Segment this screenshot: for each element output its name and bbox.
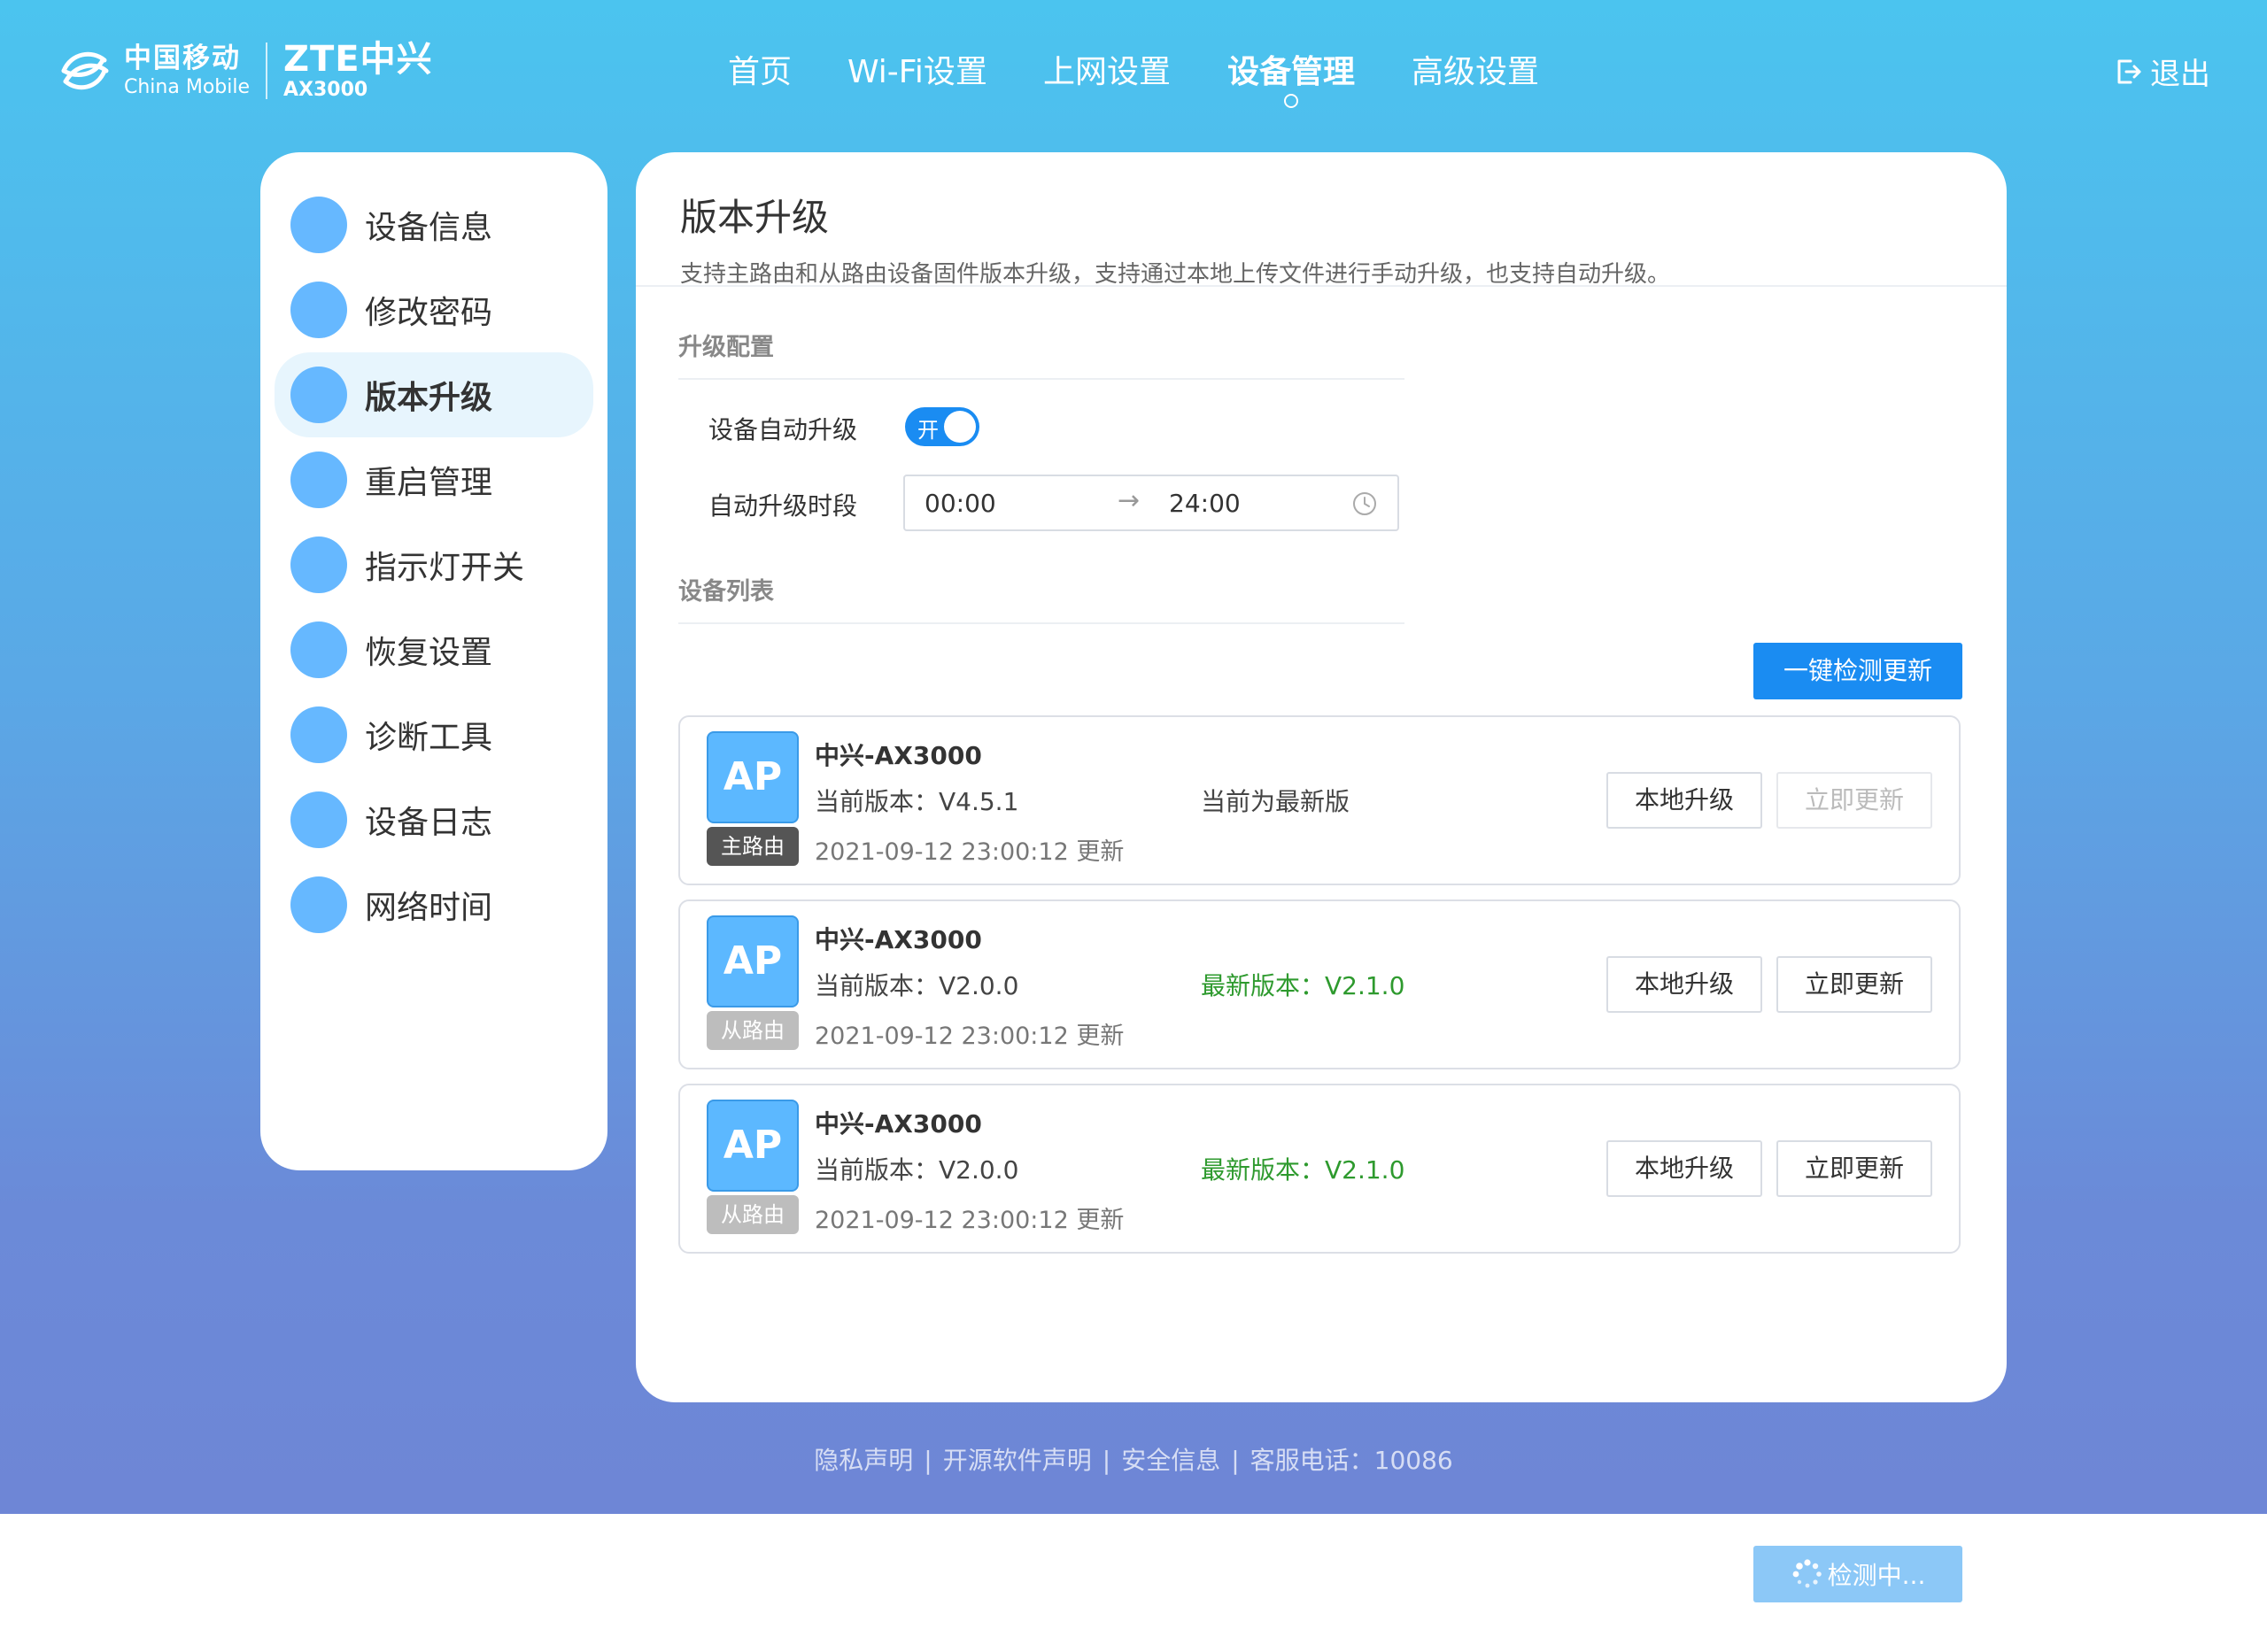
update-now-button[interactable]: 立即更新 bbox=[1776, 956, 1932, 1013]
page-description: 支持主路由和从路由设备固件版本升级，支持通过本地上传文件进行手动升级，也支持自动… bbox=[680, 261, 1671, 288]
clock-icon bbox=[290, 876, 347, 933]
toggle-on-text: 开 bbox=[917, 418, 939, 443]
log-icon bbox=[290, 791, 347, 848]
checking-label: 检测中... bbox=[1827, 1561, 1926, 1590]
sidebar-item-label: 指示灯开关 bbox=[365, 550, 525, 586]
sidebar-item-label: 版本升级 bbox=[365, 380, 493, 416]
update-now-button: 立即更新 bbox=[1776, 772, 1932, 829]
panel-header: 版本升级 支持主路由和从路由设备固件版本升级，支持通过本地上传文件进行手动升级，… bbox=[636, 152, 2007, 288]
local-upgrade-button[interactable]: 本地升级 bbox=[1606, 956, 1762, 1013]
page-title: 版本升级 bbox=[680, 196, 830, 239]
sidebar-item-label: 设备信息 bbox=[365, 210, 493, 246]
logout-icon bbox=[2117, 59, 2141, 83]
footer: 隐私声明 | 开源软件声明 | 安全信息 | 客服电话：10086 bbox=[0, 1441, 2267, 1477]
nav-home[interactable]: 首页 bbox=[728, 46, 792, 92]
sidebar-item-restore[interactable]: 恢复设置 bbox=[275, 607, 593, 692]
nav-device-management-label: 设备管理 bbox=[1227, 54, 1356, 90]
auto-upgrade-label: 设备自动升级 bbox=[708, 415, 857, 444]
open-source-link[interactable]: 开源软件声明 bbox=[943, 1446, 1092, 1475]
update-time: 2021-09-12 23:00:12 更新 bbox=[815, 1207, 1125, 1234]
sidebar-item-label: 修改密码 bbox=[365, 295, 493, 331]
restore-icon bbox=[290, 621, 347, 678]
sidebar-item-reboot[interactable]: 重启管理 bbox=[275, 437, 593, 522]
device-info-icon bbox=[290, 197, 347, 253]
device-name: 中兴-AX3000 bbox=[815, 741, 982, 770]
latest-version: 最新版本：V2.1.0 bbox=[1201, 971, 1405, 1000]
period-end-time: 24:00 bbox=[1169, 489, 1241, 518]
security-info-link[interactable]: 安全信息 bbox=[1121, 1446, 1220, 1475]
update-time: 2021-09-12 23:00:12 更新 bbox=[815, 1023, 1125, 1050]
role-tag-sub-router: 从路由 bbox=[707, 1011, 799, 1050]
current-version: 当前版本：V2.0.0 bbox=[815, 1155, 1019, 1185]
nav-advanced-settings[interactable]: 高级设置 bbox=[1412, 46, 1539, 92]
role-tag-sub-router: 从路由 bbox=[707, 1195, 799, 1234]
local-upgrade-button[interactable]: 本地升级 bbox=[1606, 772, 1762, 829]
logout-button[interactable]: 退出 bbox=[2115, 50, 2210, 93]
upgrade-period-range-picker[interactable]: 00:00 → 24:00 bbox=[903, 475, 1399, 531]
local-upgrade-button[interactable]: 本地升级 bbox=[1606, 1140, 1762, 1197]
clock-icon bbox=[1353, 492, 1376, 515]
nav-device-management[interactable]: 设备管理 bbox=[1227, 46, 1356, 108]
role-tag-main-router: 主路由 bbox=[707, 827, 799, 866]
sidebar-item-change-password[interactable]: 修改密码 bbox=[275, 267, 593, 352]
sidebar-item-led-switch[interactable]: 指示灯开关 bbox=[275, 522, 593, 607]
customer-hotline: 客服电话：10086 bbox=[1250, 1446, 1453, 1475]
logout-label: 退出 bbox=[2150, 57, 2210, 92]
footer-separator: | bbox=[1231, 1446, 1240, 1475]
sidebar-item-label: 重启管理 bbox=[365, 465, 493, 501]
sidebar-item-network-time[interactable]: 网络时间 bbox=[275, 862, 593, 947]
period-start-time: 00:00 bbox=[925, 489, 996, 518]
privacy-link[interactable]: 隐私声明 bbox=[814, 1446, 913, 1475]
ap-device-icon: AP bbox=[707, 731, 799, 823]
sidebar-item-device-log[interactable]: 设备日志 bbox=[275, 777, 593, 862]
password-icon bbox=[290, 282, 347, 338]
check-all-updates-button[interactable]: 一键检测更新 bbox=[1753, 643, 1962, 699]
ap-device-icon: AP bbox=[707, 1100, 799, 1192]
version-status: 当前为最新版 bbox=[1201, 787, 1350, 816]
auto-upgrade-toggle[interactable]: 开 bbox=[905, 407, 979, 446]
range-arrow-icon: → bbox=[1118, 485, 1141, 516]
device-list-section-title: 设备列表 bbox=[678, 572, 1404, 624]
latest-version: 最新版本：V2.1.0 bbox=[1201, 1155, 1405, 1185]
device-card: AP 从路由 中兴-AX3000 当前版本：V2.0.0 2021-09-12 … bbox=[678, 1084, 1961, 1254]
checking-status-button: 检测中... bbox=[1753, 1546, 1962, 1602]
current-version: 当前版本：V2.0.0 bbox=[815, 971, 1019, 1000]
current-version: 当前版本：V4.5.1 bbox=[815, 787, 1019, 816]
nav-internet-settings[interactable]: 上网设置 bbox=[1043, 46, 1171, 92]
ap-device-icon: AP bbox=[707, 915, 799, 1007]
sidebar-item-label: 网络时间 bbox=[365, 890, 493, 926]
reboot-icon bbox=[290, 452, 347, 508]
upgrade-config-section-title: 升级配置 bbox=[678, 328, 1404, 380]
footer-separator: | bbox=[1102, 1446, 1111, 1475]
device-card: AP 从路由 中兴-AX3000 当前版本：V2.0.0 2021-09-12 … bbox=[678, 899, 1961, 1069]
sidebar-item-firmware-upgrade[interactable]: 版本升级 bbox=[275, 352, 593, 437]
footer-separator: | bbox=[924, 1446, 932, 1475]
active-indicator-dot bbox=[1284, 94, 1298, 108]
sidebar-item-device-info[interactable]: 设备信息 bbox=[275, 182, 593, 267]
device-name: 中兴-AX3000 bbox=[815, 1109, 982, 1139]
sidebar-item-label: 诊断工具 bbox=[365, 720, 493, 756]
device-card: AP 主路由 中兴-AX3000 当前版本：V4.5.1 2021-09-12 … bbox=[678, 715, 1961, 885]
main-panel: 版本升级 支持主路由和从路由设备固件版本升级，支持通过本地上传文件进行手动升级，… bbox=[636, 152, 2007, 1402]
loading-spinner-icon bbox=[1792, 1559, 1822, 1588]
upgrade-icon bbox=[290, 367, 347, 423]
sidebar-item-label: 恢复设置 bbox=[365, 635, 493, 671]
update-now-button[interactable]: 立即更新 bbox=[1776, 1140, 1932, 1197]
sidebar: 设备信息 修改密码 版本升级 重启管理 指示灯开关 恢复设置 诊断工具 设备日志… bbox=[260, 152, 607, 1170]
diagnostics-icon bbox=[290, 706, 347, 763]
upgrade-period-label: 自动升级时段 bbox=[708, 491, 857, 521]
sidebar-item-diagnostics[interactable]: 诊断工具 bbox=[275, 692, 593, 777]
update-time: 2021-09-12 23:00:12 更新 bbox=[815, 838, 1125, 866]
led-icon bbox=[290, 537, 347, 593]
toggle-knob bbox=[944, 411, 976, 443]
top-nav: 首页 Wi-Fi设置 上网设置 设备管理 高级设置 bbox=[0, 46, 2267, 108]
sidebar-item-label: 设备日志 bbox=[365, 805, 493, 841]
device-name: 中兴-AX3000 bbox=[815, 925, 982, 954]
nav-wifi-settings[interactable]: Wi-Fi设置 bbox=[847, 46, 987, 92]
